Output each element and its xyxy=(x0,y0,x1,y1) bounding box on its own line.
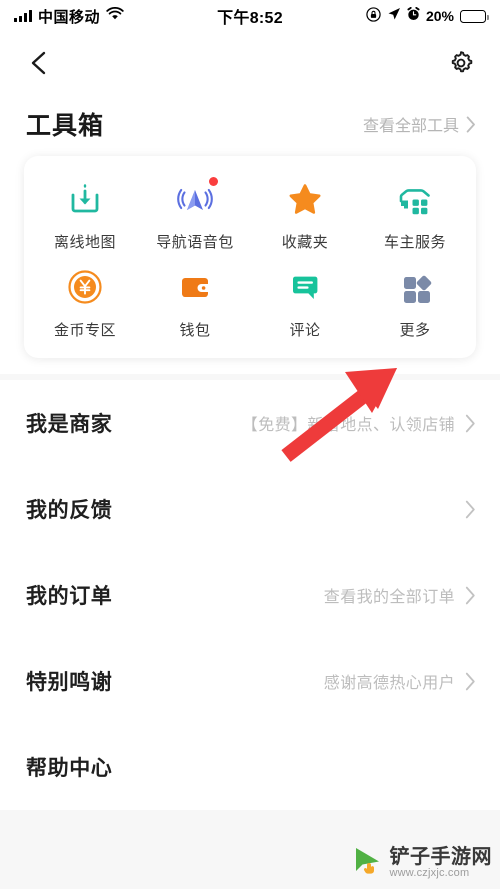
row-right xyxy=(455,500,476,519)
tool-label: 金币专区 xyxy=(53,322,116,339)
tool-offline-map[interactable]: 离线地图 xyxy=(30,178,140,252)
car-service-icon xyxy=(394,178,436,220)
comment-bubble-icon xyxy=(284,266,326,308)
chevron-right-icon xyxy=(465,414,475,432)
row-value: 【免费】新增地点、认领店铺 xyxy=(241,417,455,434)
wifi-icon xyxy=(106,7,124,25)
row-right: 【免费】新增地点、认领店铺 xyxy=(242,411,476,435)
list-item-merchant[interactable]: 我是商家 【免费】新增地点、认领店铺 xyxy=(0,380,500,466)
signal-bars-icon xyxy=(14,10,32,22)
tool-label: 离线地图 xyxy=(53,234,116,251)
list-item-help-center[interactable]: 帮助中心 xyxy=(0,724,500,810)
battery-percent-label: 20% xyxy=(425,8,455,24)
row-label: 特别鸣谢 xyxy=(26,671,113,694)
page-title: 工具箱 xyxy=(26,112,105,140)
see-all-tools-link[interactable]: 查看全部工具 xyxy=(363,112,476,136)
tool-car-owner-service[interactable]: 车主服务 xyxy=(360,178,470,252)
wallet-icon xyxy=(174,266,216,308)
back-button[interactable] xyxy=(22,46,56,80)
list-item-special-thanks[interactable]: 特别鸣谢 感谢高德热心用户 xyxy=(0,638,500,724)
tool-grid: 离线地图 导航语音包 收藏夹 车主服务 金币专区 钱包 评论 更多 xyxy=(30,177,470,340)
row-label: 我的反馈 xyxy=(26,499,113,522)
status-bar-left: 中国移动 xyxy=(14,6,217,27)
tool-navigation-voice[interactable]: 导航语音包 xyxy=(140,177,250,252)
chevron-right-icon xyxy=(466,116,475,132)
tool-comments[interactable]: 评论 xyxy=(250,266,360,340)
status-bar-right: 20% xyxy=(283,6,490,26)
clock-label: 下午8:52 xyxy=(217,10,283,27)
navigation-bar xyxy=(0,32,500,94)
row-label: 我的订单 xyxy=(26,585,113,608)
carrier-label: 中国移动 xyxy=(38,8,101,26)
tool-label: 车主服务 xyxy=(383,234,446,251)
green-cursor-logo-icon xyxy=(351,844,385,883)
tool-label: 更多 xyxy=(399,322,431,339)
row-right: 查看我的全部订单 xyxy=(324,583,476,607)
watermark-text: 铲子手游网 www.czjxjc.com xyxy=(390,847,493,880)
row-label: 我是商家 xyxy=(26,413,113,436)
alarm-clock-icon xyxy=(407,6,420,25)
tool-favorites[interactable]: 收藏夹 xyxy=(250,178,360,252)
tool-card: 离线地图 导航语音包 收藏夹 车主服务 金币专区 钱包 评论 更多 xyxy=(24,156,476,358)
new-badge-dot xyxy=(209,177,218,186)
toolbox-header: 工具箱 查看全部工具 xyxy=(0,94,500,156)
back-chevron-icon xyxy=(31,51,46,75)
tool-label: 导航语音包 xyxy=(156,234,234,251)
chevron-right-icon xyxy=(465,586,475,604)
tool-card-wrapper: 离线地图 导航语音包 收藏夹 车主服务 金币专区 钱包 评论 更多 xyxy=(0,156,500,374)
watermark: 铲子手游网 www.czjxjc.com xyxy=(351,844,493,883)
battery-low-icon xyxy=(460,9,490,23)
tool-wallet[interactable]: 钱包 xyxy=(140,266,250,340)
row-label: 帮助中心 xyxy=(26,757,113,780)
see-all-tools-label: 查看全部工具 xyxy=(362,118,459,135)
tool-label: 评论 xyxy=(289,322,321,339)
list-item-orders[interactable]: 我的订单 查看我的全部订单 xyxy=(0,552,500,638)
row-value: 感谢高德热心用户 xyxy=(323,675,455,692)
status-bar: 中国移动 下午8:52 20% xyxy=(0,0,500,32)
chevron-right-icon xyxy=(465,500,475,518)
gear-icon xyxy=(451,51,473,73)
menu-list: 我是商家 【免费】新增地点、认领店铺 我的反馈 我的订单 查看我的全部订单 特别… xyxy=(0,374,500,810)
chevron-right-icon xyxy=(465,672,475,690)
gold-coin-icon xyxy=(64,266,106,308)
location-arrow-icon xyxy=(387,7,401,25)
watermark-url: www.czjxjc.com xyxy=(389,867,470,880)
status-bar-center: 下午8:52 xyxy=(217,4,283,28)
more-grid-icon xyxy=(394,266,436,308)
watermark-name: 铲子手游网 xyxy=(389,846,492,869)
tool-gold-coin-zone[interactable]: 金币专区 xyxy=(30,266,140,340)
row-value: 查看我的全部订单 xyxy=(323,589,455,606)
rotation-lock-icon xyxy=(366,6,381,26)
list-item-feedback[interactable]: 我的反馈 xyxy=(0,466,500,552)
navigation-voice-icon xyxy=(174,177,218,220)
star-favorite-icon xyxy=(284,178,326,220)
settings-button[interactable] xyxy=(444,46,478,80)
row-right: 感谢高德热心用户 xyxy=(324,669,476,693)
tool-more[interactable]: 更多 xyxy=(360,266,470,340)
tool-label: 钱包 xyxy=(179,322,211,339)
offline-map-download-icon xyxy=(64,178,106,220)
tool-label: 收藏夹 xyxy=(281,234,329,251)
